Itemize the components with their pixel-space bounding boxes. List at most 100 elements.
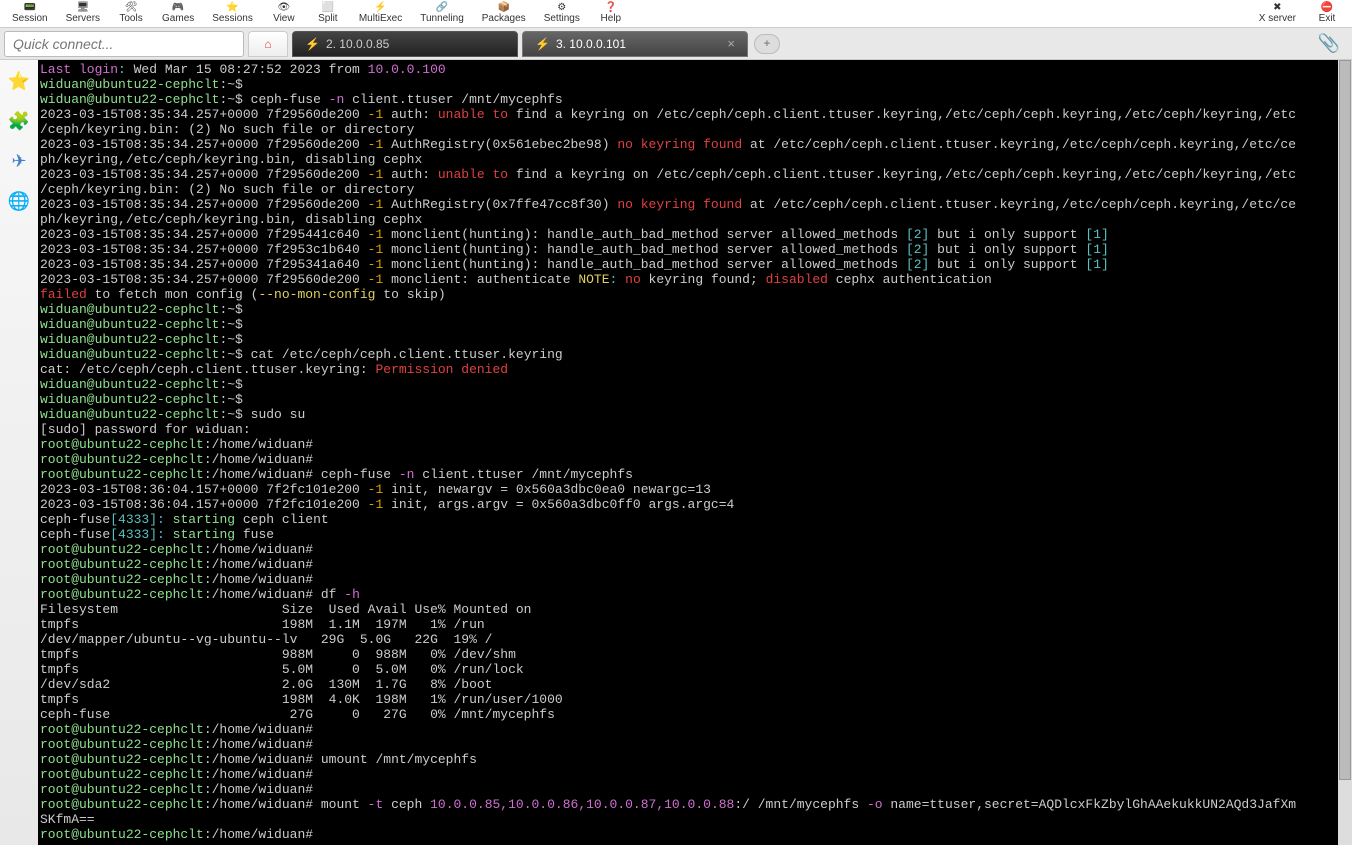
ts: 2023-03-15T08:36:04.157+0000 7f2fc101e20…	[40, 482, 368, 497]
ts: 2023-03-15T08:35:34.257+0000 7f29560de20…	[40, 167, 368, 182]
ts: 2023-03-15T08:35:34.257+0000 7f29560de20…	[40, 197, 368, 212]
settings-icon: ⚙	[554, 4, 570, 12]
prompt: root@ubuntu22-cephclt	[40, 437, 204, 452]
prompt: widuan@ubuntu22-cephclt	[40, 317, 219, 332]
toolbar-settings[interactable]: ⚙Settings	[536, 0, 588, 27]
prompt: root@ubuntu22-cephclt	[40, 737, 204, 752]
df-row: tmpfs 198M 1.1M 197M 1% /run	[40, 617, 485, 632]
t: :/home/widuan#	[204, 587, 313, 602]
terminal-scrollbar[interactable]	[1338, 60, 1352, 845]
t: cephx authentication	[828, 272, 992, 287]
flag: -h	[344, 587, 360, 602]
tab-session-2[interactable]: ⚡2. 10.0.0.85	[292, 31, 518, 57]
df-row: ceph-fuse 27G 0 27G 0% /mnt/mycephfs	[40, 707, 555, 722]
prompt: root@ubuntu22-cephclt	[40, 572, 204, 587]
toolbar-help[interactable]: ❓Help	[590, 0, 632, 27]
t: :/home/widuan#	[204, 752, 313, 767]
toolbar-tools[interactable]: 🛠Tools	[110, 0, 152, 27]
main-area: ⭐ 🧩 ✈ 🌐 Last login: Wed Mar 15 08:27:52 …	[0, 60, 1352, 845]
toolbar-sessions[interactable]: ⭐Sessions	[204, 0, 261, 27]
ts: 2023-03-15T08:36:04.157+0000 7f2fc101e20…	[40, 497, 368, 512]
attach-icon[interactable]: 📎	[1310, 33, 1348, 54]
t: [4333]	[110, 527, 157, 542]
toolbar-exit-label: Exit	[1319, 13, 1336, 24]
t: init, args.argv = 0x560a3dbc0ff0 args.ar…	[383, 497, 734, 512]
new-tab-button[interactable]: +	[754, 34, 780, 54]
sidebar-tools-icon[interactable]: 🧩	[6, 108, 32, 134]
sidebar-favorites-icon[interactable]: ⭐	[6, 68, 32, 94]
scrollbar-thumb[interactable]	[1339, 60, 1351, 780]
tab-bar: ⌂ ⚡2. 10.0.0.85 ⚡3. 10.0.0.101 × + 📎	[0, 28, 1352, 60]
toolbar-exit[interactable]: ⛔Exit	[1306, 0, 1348, 27]
toolbar-games[interactable]: 🎮Games	[154, 0, 202, 27]
prompt: widuan@ubuntu22-cephclt	[40, 332, 219, 347]
tab-home[interactable]: ⌂	[248, 31, 288, 57]
t: at /etc/ceph/ceph.client.ttuser.keyring,…	[742, 137, 1296, 152]
prompt: root@ubuntu22-cephclt	[40, 782, 204, 797]
t: AuthRegistry(0x7ffe47cc8f30)	[383, 197, 617, 212]
quick-connect-input[interactable]	[4, 31, 244, 57]
t: no	[625, 272, 641, 287]
t: :~$	[219, 302, 242, 317]
servers-icon: 🖥	[75, 4, 91, 12]
toolbar-packages[interactable]: 📦Packages	[474, 0, 534, 27]
toolbar-multiexec-label: MultiExec	[359, 13, 402, 24]
t: NOTE	[578, 272, 609, 287]
prompt: root@ubuntu22-cephclt	[40, 542, 204, 557]
main-toolbar: 📟Session 🖥Servers 🛠Tools 🎮Games ⭐Session…	[0, 0, 1352, 28]
t: :/home/widuan#	[204, 737, 313, 752]
toolbar-servers-label: Servers	[66, 13, 100, 24]
t: :/home/widuan#	[204, 557, 313, 572]
toolbar-view[interactable]: 👁View	[263, 0, 305, 27]
cmd: umount /mnt/mycephfs	[321, 752, 477, 767]
xserver-icon: ✖	[1269, 4, 1285, 12]
t: -1	[368, 107, 384, 122]
sidebar-macros-icon[interactable]: ✈	[6, 148, 32, 174]
terminal-output[interactable]: Last login: Wed Mar 15 08:27:52 2023 fro…	[38, 60, 1352, 845]
toolbar-split[interactable]: ⬜Split	[307, 0, 349, 27]
t: [1]	[1085, 227, 1108, 242]
t: monclient(hunting): handle_auth_bad_meth…	[383, 227, 906, 242]
sidebar-sftp-icon[interactable]: 🌐	[6, 188, 32, 214]
t: name=ttuser,secret=AQDlcxFkZbylGhAAekukk…	[883, 797, 1296, 812]
toolbar-servers[interactable]: 🖥Servers	[58, 0, 108, 27]
t: client.ttuser /mnt/mycephfs	[414, 467, 632, 482]
t: to skip)	[375, 287, 445, 302]
toolbar-tunneling[interactable]: 🔗Tunneling	[412, 0, 472, 27]
t: monclient(hunting): handle_auth_bad_meth…	[383, 257, 906, 272]
ts: 2023-03-15T08:35:34.257+0000 7f29560de20…	[40, 272, 368, 287]
t: disabled	[766, 272, 828, 287]
t: monclient(hunting): handle_auth_bad_meth…	[383, 242, 906, 257]
toolbar-xserver[interactable]: ✖X server	[1251, 0, 1304, 27]
games-icon: 🎮	[170, 4, 186, 12]
tab-session-3[interactable]: ⚡3. 10.0.0.101 ×	[522, 31, 748, 57]
prompt: widuan@ubuntu22-cephclt	[40, 347, 219, 362]
prompt: root@ubuntu22-cephclt	[40, 752, 204, 767]
t: but i only support	[929, 242, 1085, 257]
view-icon: 👁	[276, 4, 292, 12]
packages-icon: 📦	[496, 4, 512, 12]
t: SKfmA==	[40, 812, 95, 827]
t: :/home/widuan#	[204, 767, 313, 782]
prompt: root@ubuntu22-cephclt	[40, 467, 204, 482]
t: ph/keyring,/etc/ceph/keyring.bin, disabl…	[40, 212, 422, 227]
toolbar-multiexec[interactable]: ⚡MultiExec	[351, 0, 410, 27]
close-tab-icon[interactable]: ×	[727, 36, 735, 51]
toolbar-sessions-label: Sessions	[212, 13, 253, 24]
t: but i only support	[929, 227, 1085, 242]
t: AuthRegistry(0x561ebec2be98)	[383, 137, 617, 152]
prompt: root@ubuntu22-cephclt	[40, 452, 204, 467]
t: [1]	[1085, 257, 1108, 272]
toolbar-view-label: View	[273, 13, 295, 24]
t: :~$	[219, 347, 242, 362]
t: :/ /mnt/mycephfs	[734, 797, 867, 812]
tunneling-icon: 🔗	[434, 4, 450, 12]
t: :/home/widuan#	[204, 467, 313, 482]
t: [4333]	[110, 512, 157, 527]
toolbar-settings-label: Settings	[544, 13, 580, 24]
ts: 2023-03-15T08:35:34.257+0000 7f295341a64…	[40, 257, 368, 272]
toolbar-session[interactable]: 📟Session	[4, 0, 56, 27]
t: :/home/widuan#	[204, 782, 313, 797]
flag: -n	[399, 467, 415, 482]
toolbar-xserver-label: X server	[1259, 13, 1296, 24]
